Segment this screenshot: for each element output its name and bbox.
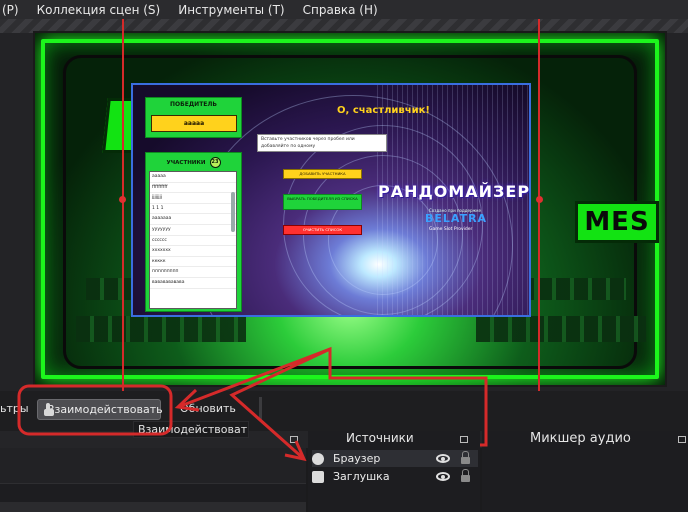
participants-label: УЧАСТНИКИ [166,159,206,166]
guide-handle-right[interactable] [536,196,543,203]
participants-list[interactable]: aaaaa ffffffffff jjjjjjjj 1 1 1 ааааааа … [149,171,237,309]
source-name: Заглушка [333,470,390,483]
clear-list-button[interactable]: ОЧИСТИТЬ СПИСОК [283,225,362,235]
winner-label: ПОБЕДИТЕЛЬ [170,101,217,108]
audio-mixer-title: Микшер аудио [530,431,631,446]
undock-icon[interactable] [290,436,298,443]
menu-item-profile[interactable]: (P) [0,3,28,17]
list-item: ккккк [150,257,236,268]
source-item-browser[interactable]: Браузер [312,450,478,467]
list-item: jjjjjjjj [150,193,236,204]
interact-tooltip: Взаимодействовать [133,421,249,438]
interact-label: Взаимодействовать [47,403,163,416]
sources-title: Источники [346,431,414,445]
mixer-undock-icon[interactable] [678,436,686,443]
list-item: aaaaa [150,172,236,183]
belatra-logo: BELATRA [425,212,488,225]
sources-undock-icon[interactable] [460,436,468,443]
lock-icon[interactable] [461,469,470,482]
list-item: ааааааа [150,214,236,225]
source-item-placeholder[interactable]: Заглушка [312,468,478,485]
winner-value: aaaaa [151,115,237,132]
interact-button[interactable]: Взаимодействовать [37,399,163,420]
participants-panel: УЧАСТНИКИ 23 aaaaa ffffffffff jjjjjjjj 1… [145,152,242,312]
pick-winner-button[interactable]: ВЫБРАТЬ ПОБЕДИТЕЛЯ ИЗ СПИСКА [283,194,362,210]
lock-icon[interactable] [461,451,470,464]
menu-item-help[interactable]: Справка (H) [294,3,387,17]
randomizer-brand: РАНДОМАЙЗЕР [378,182,531,201]
randomizer-widget[interactable]: ПОБЕДИТЕЛЬ aaaaa УЧАСТНИКИ 23 aaaaa ffff… [131,83,531,317]
list-item: ппппппппп [150,267,236,278]
scene-canvas[interactable]: MES ПОБЕДИТЕЛЬ aaaaa УЧАСТНИКИ 23 aaaaa … [33,31,667,387]
source-name: Браузер [333,452,381,465]
scenes-dock-row[interactable] [0,502,306,512]
toolbar-separator [259,397,262,421]
winner-panel: ПОБЕДИТЕЛЬ aaaaa [145,97,242,138]
filters-button-fragment[interactable]: ьтры [0,402,29,415]
participants-header: УЧАСТНИКИ 23 [146,157,241,168]
list-item: ffffffffff [150,183,236,194]
image-icon [312,470,324,483]
list-item: ууууууу [150,225,236,236]
list-item: 1 1 1 [150,204,236,215]
list-scrollbar[interactable] [231,192,235,232]
brand-tagline: Game Slot Provider [429,227,473,232]
visibility-eye-icon[interactable] [436,454,450,463]
list-item: ххххххх [150,246,236,257]
menu-item-tools[interactable]: Инструменты (T) [169,3,293,17]
guide-line-right [538,19,540,391]
preview-area[interactable]: MES ПОБЕДИТЕЛЬ aaaaa УЧАСТНИКИ 23 aaaaa … [0,19,688,391]
list-item: вававававава [150,278,236,289]
visibility-eye-icon[interactable] [436,472,450,481]
menu-item-scene-collection[interactable]: Коллекция сцен (S) [28,3,170,17]
list-item: сссссс [150,236,236,247]
participants-input[interactable]: Вставьте участников через пробел или доб… [257,134,387,152]
banner-right: MES [575,201,659,243]
add-participant-button[interactable]: ДОБАВИТЬ УЧАСТНИКА [283,169,362,179]
globe-icon [312,452,324,465]
banner-right-text: MES [584,207,650,237]
widget-title: О, счастливчик! [337,105,430,116]
menu-bar: (P) Коллекция сцен (S) Инструменты (T) С… [0,0,688,19]
participants-count: 23 [209,157,221,168]
guide-line-left [122,19,124,391]
audio-mixer-dock: Микшер аудио [482,431,688,512]
guide-handle-left[interactable] [119,196,126,203]
scenes-dock-header [0,448,306,484]
sources-dock: Источники Браузер Заглушка [308,431,480,512]
refresh-button[interactable]: Обновить [180,402,236,415]
